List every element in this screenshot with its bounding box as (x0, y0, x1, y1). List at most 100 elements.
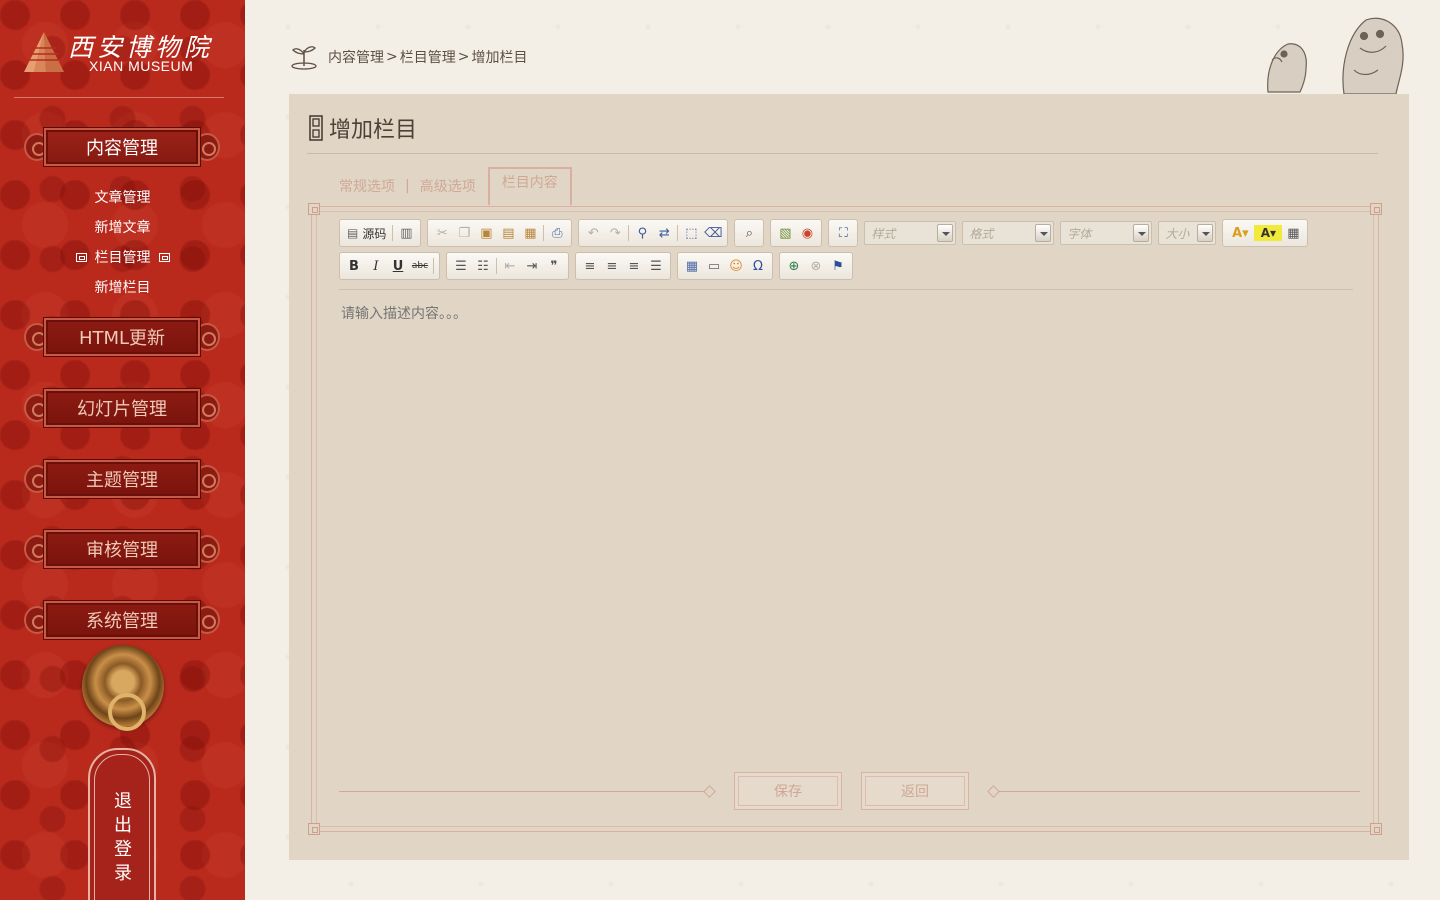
select-all-icon[interactable]: ⬚ (680, 222, 702, 244)
special-char-icon[interactable]: Ω (747, 255, 769, 277)
nav-theme-management[interactable]: 主题管理 (22, 457, 222, 501)
logout-label: 退出登录 (114, 791, 132, 884)
content-editor[interactable] (341, 303, 1351, 723)
spellcheck-icon[interactable]: ⌕ (738, 222, 760, 244)
toolbar-group-links: ⊕ ⊗ ⚑ (779, 252, 853, 280)
smiley-icon[interactable]: ☺ (725, 255, 747, 277)
breadcrumb-item[interactable]: 栏目管理 (400, 47, 456, 67)
page-title: 增加栏目 (309, 112, 417, 144)
bold-icon[interactable]: B (343, 255, 365, 277)
paste-word-icon[interactable]: ▦ (519, 222, 541, 244)
title-divider (307, 153, 1378, 154)
tab-bar: 常规选项 | 高级选项 栏目内容 (339, 167, 572, 205)
nav-content-management[interactable]: 内容管理 (22, 125, 222, 169)
editor-toolbar-row-1: ▤ 源码 ▥ ✂ ❐ ▣ ▤ ▦ ⎙ ↶ ↷ ⚲ ⇄ ⬚ ⌫ ⌕ ▧ ◉ ⛶ 样… (339, 219, 1309, 247)
sub-item-label: 新增栏目 (94, 280, 151, 296)
corner-ornament-icon (308, 823, 320, 835)
fret-right-icon (158, 252, 170, 262)
toolbar-group-source: ▤ 源码 ▥ (339, 219, 422, 247)
museum-logo[interactable]: 西安博物院 XIAN MUSEUM (22, 28, 222, 78)
nav-label: HTML更新 (44, 318, 200, 356)
anchor-flag-icon[interactable]: ⚑ (827, 255, 849, 277)
sub-item-new-column[interactable]: 新增栏目 (0, 276, 245, 306)
align-left-icon[interactable]: ≡ (579, 255, 601, 277)
align-center-icon[interactable]: ≡ (601, 255, 623, 277)
find-icon[interactable]: ⚲ (631, 222, 653, 244)
image-icon[interactable]: ▧ (774, 222, 796, 244)
source-button[interactable]: ▤ 源码 (343, 222, 390, 244)
size-select-value: 大小 (1165, 226, 1190, 241)
unlink-icon[interactable]: ⊗ (805, 255, 827, 277)
back-button[interactable]: 返回 (861, 772, 969, 810)
redo-icon[interactable]: ↷ (604, 222, 626, 244)
corner-ornament-icon (308, 203, 320, 215)
paste-icon[interactable]: ▣ (475, 222, 497, 244)
nav-label: 审核管理 (44, 530, 200, 568)
italic-icon[interactable]: I (365, 255, 387, 277)
sub-item-column-management[interactable]: 栏目管理 (0, 246, 245, 276)
print-icon[interactable]: ⎙ (546, 222, 568, 244)
tab-column-content[interactable]: 栏目内容 (487, 167, 572, 205)
cut-icon[interactable]: ✂ (431, 222, 453, 244)
text-color-icon[interactable]: A▾ (1226, 222, 1254, 244)
toolbar-group-edit: ↶ ↷ ⚲ ⇄ ⬚ ⌫ (578, 219, 729, 247)
editor-toolbar-row-2: B I U abc ☰ ☷ ⇤ ⇥ ❞ ≡ ≡ ≡ ☰ ▦ ▭ ☺ Ω ⊕ ⊗ … (339, 252, 853, 280)
indent-icon[interactable]: ⇥ (521, 255, 543, 277)
nav-label: 幻灯片管理 (44, 389, 200, 427)
tab-general-options[interactable]: 常规选项 (339, 176, 395, 196)
background-color-icon[interactable]: A▾ (1254, 225, 1283, 241)
stone-lions-decoration-icon (1267, 17, 1404, 95)
format-select[interactable]: 格式 (962, 221, 1055, 245)
copy-icon[interactable]: ❐ (453, 222, 475, 244)
nav-slideshow-management[interactable]: 幻灯片管理 (22, 386, 222, 430)
nav-system-management[interactable]: 系统管理 (22, 598, 222, 642)
strikethrough-icon[interactable]: abc (409, 255, 431, 277)
underline-icon[interactable]: U (387, 255, 409, 277)
replace-icon[interactable]: ⇄ (653, 222, 675, 244)
bulleted-list-icon[interactable]: ☷ (472, 255, 494, 277)
sidebar: 西安博物院 XIAN MUSEUM 内容管理 文章管理 新增文章 栏目管理 新增… (0, 0, 245, 900)
page-title-text: 增加栏目 (329, 118, 418, 143)
source-label: 源码 (362, 226, 387, 241)
tab-advanced-options[interactable]: 高级选项 (420, 176, 476, 196)
chevron-down-icon (1197, 224, 1214, 242)
style-select-value: 样式 (871, 226, 896, 241)
sub-menu: 文章管理 新增文章 栏目管理 新增栏目 (0, 186, 245, 306)
editor-frame: ▤ 源码 ▥ ✂ ❐ ▣ ▤ ▦ ⎙ ↶ ↷ ⚲ ⇄ ⬚ ⌫ ⌕ ▧ ◉ ⛶ 样… (308, 203, 1382, 835)
logout-button[interactable]: 退出登录 (88, 748, 156, 900)
remove-format-icon[interactable]: ⌫ (702, 222, 724, 244)
blockquote-icon[interactable]: ❞ (543, 255, 565, 277)
flash-icon[interactable]: ◉ (796, 222, 818, 244)
preview-icon[interactable]: ▥ (395, 222, 417, 244)
sub-item-article-management[interactable]: 文章管理 (0, 186, 245, 216)
corner-ornament-icon (1370, 823, 1382, 835)
link-icon[interactable]: ⊕ (783, 255, 805, 277)
document-icon: ▤ (347, 226, 359, 240)
numbered-list-icon[interactable]: ☰ (450, 255, 472, 277)
maximize-icon[interactable]: ⛶ (832, 222, 854, 244)
align-right-icon[interactable]: ≡ (623, 255, 645, 277)
breadcrumb-item[interactable]: 内容管理 (328, 47, 384, 67)
table-icon[interactable]: ▦ (681, 255, 703, 277)
toolbar-group-color: A▾ A▾ ▦ (1222, 219, 1309, 247)
save-button[interactable]: 保存 (734, 772, 842, 810)
paste-text-icon[interactable]: ▤ (497, 222, 519, 244)
logo-mark-icon (24, 32, 64, 72)
breadcrumb-separator: > (457, 49, 470, 65)
nav-html-update[interactable]: HTML更新 (22, 315, 222, 359)
breadcrumb-current: 增加栏目 (471, 50, 528, 66)
font-select[interactable]: 字体 (1060, 221, 1153, 245)
sub-item-new-article[interactable]: 新增文章 (0, 216, 245, 246)
undo-icon[interactable]: ↶ (582, 222, 604, 244)
show-blocks-icon[interactable]: ▦ (1282, 222, 1304, 244)
style-select[interactable]: 样式 (864, 221, 957, 245)
breadcrumb: 内容管理 > 栏目管理 > 增加栏目 (290, 44, 527, 70)
tab-separator: | (405, 178, 410, 194)
fret-left-icon (75, 252, 87, 262)
justify-icon[interactable]: ☰ (645, 255, 667, 277)
outdent-icon[interactable]: ⇤ (499, 255, 521, 277)
nav-label: 系统管理 (44, 601, 200, 639)
nav-review-management[interactable]: 审核管理 (22, 527, 222, 571)
horizontal-line-icon[interactable]: ▭ (703, 255, 725, 277)
size-select[interactable]: 大小 (1158, 221, 1217, 245)
